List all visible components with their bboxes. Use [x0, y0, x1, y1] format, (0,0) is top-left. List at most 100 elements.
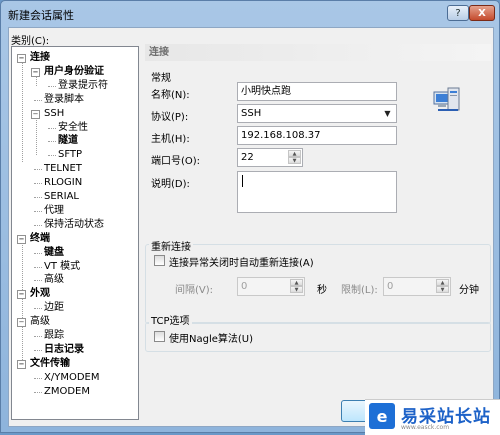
category-tree[interactable]: − 连接 − 用户身份验证 登录提示符 登录脚本 − SSH 安全性 隧道 SFTP TELNET RL… [11, 46, 139, 420]
tree-item-label: 代理 [44, 204, 64, 216]
panel-header: 连接 [145, 44, 491, 61]
tree-item-label: 连接 [30, 52, 50, 63]
tree-expander-icon[interactable]: − [31, 109, 40, 119]
tree-item[interactable]: 代理 [34, 204, 64, 217]
interval-label: 间隔(V): [175, 285, 214, 296]
tree-expander-icon[interactable]: − [17, 54, 26, 63]
general-group-title: 常规 [151, 73, 171, 84]
tree-item[interactable]: VT 模式 [34, 260, 80, 273]
port-input[interactable]: 22 ▲ ▼ [237, 148, 303, 167]
watermark: e 易采站长站 www.easck.com [365, 399, 500, 435]
spin-up-icon[interactable]: ▲ [288, 150, 301, 157]
spin-up-icon[interactable]: ▲ [290, 279, 303, 286]
tree-item[interactable]: 跟踪 [34, 329, 64, 342]
tree-item-label: 用户身份验证 [44, 65, 104, 77]
tree-branch-line [48, 85, 56, 87]
text-caret [242, 175, 243, 187]
tree-item[interactable]: 键盘 [34, 246, 64, 259]
dialog-client: 类别(C): − 连接 − 用户身份验证 登录提示符 登录脚本 − SSH 安全性 隧道 SFTP T… [8, 27, 494, 427]
tree-expander-icon[interactable]: − [31, 67, 40, 77]
tree-item-label: 登录提示符 [58, 79, 108, 91]
tree-item[interactable]: TELNET [34, 162, 82, 175]
help-icon: ? [455, 7, 461, 19]
protocol-label: 协议(P): [151, 112, 189, 123]
description-textarea[interactable] [237, 171, 397, 213]
tree-branch-line [34, 391, 42, 393]
close-button[interactable]: X [469, 5, 495, 21]
protocol-select[interactable]: SSH ▼ [237, 104, 397, 123]
tree-expander-icon[interactable]: − [17, 290, 26, 300]
tree-branch-line [34, 280, 42, 282]
limit-input[interactable]: 0 ▲ ▼ [383, 277, 451, 296]
computer-network-icon [432, 86, 462, 116]
title-bar[interactable]: 新建会话属性 ? X [1, 1, 499, 27]
host-input[interactable]: 192.168.108.37 [237, 126, 397, 145]
tree-item-label: 登录脚本 [44, 93, 84, 105]
tree-item[interactable]: RLOGIN [34, 176, 83, 189]
limit-unit: 分钟 [459, 285, 479, 296]
tree-guide-line [36, 113, 37, 156]
tree-item[interactable]: 日志记录 [34, 343, 84, 356]
tree-branch-line [34, 252, 42, 254]
spin-up-icon[interactable]: ▲ [436, 279, 449, 286]
limit-spinner[interactable]: ▲ ▼ [436, 279, 449, 294]
tree-item[interactable]: 隧道 [48, 134, 78, 147]
tree-branch-line [34, 197, 42, 198]
tree-item-label: 边距 [44, 302, 64, 314]
protocol-value: SSH [241, 108, 262, 119]
tree-item-label: RLOGIN [44, 177, 83, 189]
watermark-logo-icon: e [369, 403, 395, 429]
chevron-down-icon: ▼ [384, 109, 391, 118]
spin-down-icon[interactable]: ▼ [436, 286, 449, 293]
spin-down-icon[interactable]: ▼ [288, 157, 301, 164]
tree-item[interactable]: 高级 [34, 273, 64, 286]
interval-spinner[interactable]: ▲ ▼ [290, 279, 303, 294]
tree-item-label: 隧道 [58, 135, 78, 147]
tree-branch-line [34, 210, 42, 212]
tree-item[interactable]: − 用户身份验证 [31, 65, 104, 78]
tree-expander-icon[interactable]: − [17, 318, 26, 328]
spin-down-icon[interactable]: ▼ [290, 286, 303, 293]
tree-item-label: SFTP [58, 149, 83, 161]
tree-item[interactable]: − 终端 [17, 232, 50, 245]
tree-expander-icon[interactable]: − [17, 359, 26, 369]
tree-item[interactable]: 登录脚本 [34, 93, 84, 106]
tree-item-label: 终端 [30, 232, 50, 244]
tree-item-label: 保持活动状态 [44, 218, 104, 230]
tree-branch-line [48, 141, 56, 143]
tree-item[interactable]: ZMODEM [34, 385, 90, 398]
port-spinner[interactable]: ▲ ▼ [288, 150, 301, 165]
nagle-checkbox[interactable] [154, 331, 165, 342]
tree-item-label: TELNET [44, 163, 82, 175]
help-button[interactable]: ? [447, 5, 469, 21]
auto-reconnect-checkbox[interactable] [154, 255, 165, 266]
tree-item[interactable]: 安全性 [48, 121, 88, 134]
tree-item[interactable]: − 外观 [17, 287, 50, 300]
tree-item[interactable]: − 文件传输 [17, 357, 70, 370]
tree-item-label: 日志记录 [44, 343, 84, 355]
interval-input[interactable]: 0 ▲ ▼ [237, 277, 305, 296]
tcp-group-title: TCP选项 [149, 312, 192, 327]
port-value: 22 [241, 152, 254, 163]
tree-item-label: 高级 [44, 274, 64, 286]
tree-item[interactable]: − 连接 [17, 51, 50, 64]
host-value: 192.168.108.37 [241, 130, 321, 141]
port-label: 端口号(O): [151, 156, 201, 167]
description-label: 说明(D): [151, 179, 190, 190]
tree-expander-icon[interactable]: − [17, 234, 26, 244]
limit-label: 限制(L): [341, 285, 378, 296]
tree-item[interactable]: 登录提示符 [48, 79, 108, 92]
tree-item[interactable]: SFTP [48, 148, 83, 161]
tree-branch-line [34, 224, 42, 226]
tree-branch-line [34, 169, 42, 171]
host-label: 主机(H): [151, 134, 190, 145]
tree-item[interactable]: 保持活动状态 [34, 218, 104, 231]
tree-item-label: SERIAL [44, 191, 79, 202]
tree-item[interactable]: X/YMODEM [34, 371, 99, 384]
name-input[interactable]: 小明快点跑 [237, 82, 397, 101]
tree-item[interactable]: − 高级 [17, 315, 50, 328]
tree-item[interactable]: − SSH [31, 107, 64, 120]
tree-item[interactable]: 边距 [34, 301, 64, 314]
interval-unit: 秒 [317, 285, 327, 296]
tree-item[interactable]: SERIAL [34, 190, 79, 203]
